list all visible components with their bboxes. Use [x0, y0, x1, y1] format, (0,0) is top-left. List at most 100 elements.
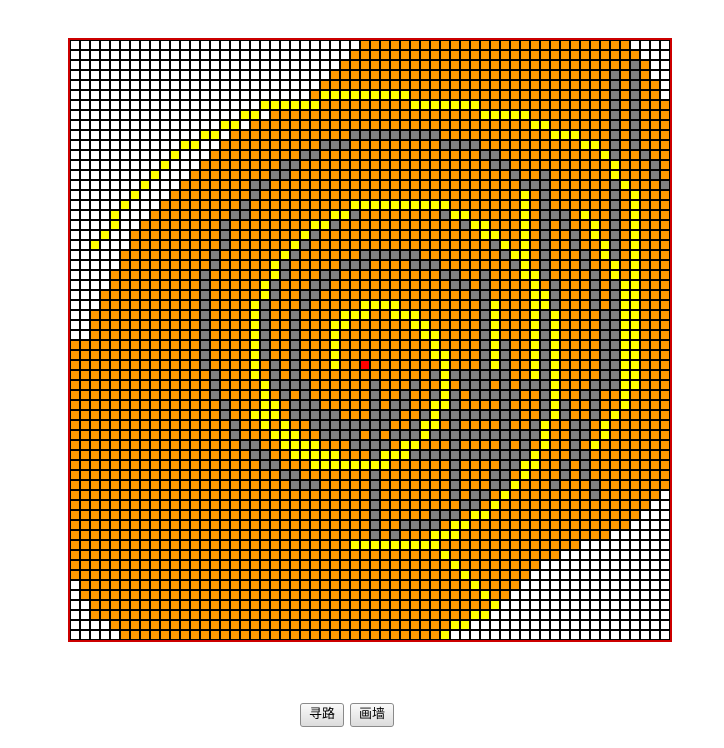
explored-cell[interactable]: [630, 180, 640, 190]
explored-cell[interactable]: [240, 270, 250, 280]
wall-cell[interactable]: [470, 410, 480, 420]
explored-cell[interactable]: [630, 440, 640, 450]
explored-cell[interactable]: [130, 320, 140, 330]
explored-cell[interactable]: [280, 130, 290, 140]
explored-cell[interactable]: [210, 430, 220, 440]
explored-cell[interactable]: [240, 180, 250, 190]
wall-cell[interactable]: [610, 200, 620, 210]
explored-cell[interactable]: [560, 140, 570, 150]
explored-cell[interactable]: [350, 190, 360, 200]
explored-cell[interactable]: [590, 310, 600, 320]
path-cell[interactable]: [150, 170, 160, 180]
explored-cell[interactable]: [630, 420, 640, 430]
explored-cell[interactable]: [650, 360, 660, 370]
wall-cell[interactable]: [410, 250, 420, 260]
explored-cell[interactable]: [570, 170, 580, 180]
empty-cell[interactable]: [240, 40, 250, 50]
empty-cell[interactable]: [240, 120, 250, 130]
wall-cell[interactable]: [630, 140, 640, 150]
explored-cell[interactable]: [330, 300, 340, 310]
explored-cell[interactable]: [350, 270, 360, 280]
explored-cell[interactable]: [380, 430, 390, 440]
empty-cell[interactable]: [80, 150, 90, 160]
wall-cell[interactable]: [540, 410, 550, 420]
empty-cell[interactable]: [510, 600, 520, 610]
path-cell[interactable]: [480, 590, 490, 600]
explored-cell[interactable]: [260, 160, 270, 170]
explored-cell[interactable]: [310, 510, 320, 520]
explored-cell[interactable]: [460, 40, 470, 50]
wall-cell[interactable]: [540, 390, 550, 400]
explored-cell[interactable]: [490, 570, 500, 580]
explored-cell[interactable]: [390, 340, 400, 350]
explored-cell[interactable]: [330, 230, 340, 240]
explored-cell[interactable]: [340, 150, 350, 160]
explored-cell[interactable]: [470, 440, 480, 450]
wall-cell[interactable]: [370, 510, 380, 520]
explored-cell[interactable]: [170, 390, 180, 400]
path-cell[interactable]: [590, 140, 600, 150]
explored-cell[interactable]: [470, 320, 480, 330]
empty-cell[interactable]: [570, 590, 580, 600]
explored-cell[interactable]: [420, 590, 430, 600]
explored-cell[interactable]: [350, 220, 360, 230]
wall-cell[interactable]: [300, 150, 310, 160]
empty-cell[interactable]: [100, 80, 110, 90]
explored-cell[interactable]: [240, 410, 250, 420]
wall-cell[interactable]: [310, 230, 320, 240]
explored-cell[interactable]: [290, 630, 300, 640]
wall-cell[interactable]: [370, 500, 380, 510]
explored-cell[interactable]: [640, 100, 650, 110]
explored-cell[interactable]: [500, 290, 510, 300]
explored-cell[interactable]: [270, 350, 280, 360]
wall-cell[interactable]: [260, 300, 270, 310]
wall-cell[interactable]: [260, 350, 270, 360]
explored-cell[interactable]: [510, 570, 520, 580]
explored-cell[interactable]: [560, 480, 570, 490]
explored-cell[interactable]: [390, 510, 400, 520]
explored-cell[interactable]: [190, 370, 200, 380]
empty-cell[interactable]: [340, 40, 350, 50]
explored-cell[interactable]: [160, 440, 170, 450]
explored-cell[interactable]: [440, 260, 450, 270]
explored-cell[interactable]: [470, 300, 480, 310]
explored-cell[interactable]: [550, 220, 560, 230]
explored-cell[interactable]: [590, 450, 600, 460]
explored-cell[interactable]: [310, 140, 320, 150]
explored-cell[interactable]: [460, 240, 470, 250]
explored-cell[interactable]: [330, 580, 340, 590]
empty-cell[interactable]: [170, 110, 180, 120]
explored-cell[interactable]: [420, 500, 430, 510]
empty-cell[interactable]: [70, 600, 80, 610]
explored-cell[interactable]: [350, 400, 360, 410]
explored-cell[interactable]: [320, 200, 330, 210]
path-cell[interactable]: [270, 410, 280, 420]
empty-cell[interactable]: [530, 570, 540, 580]
explored-cell[interactable]: [300, 420, 310, 430]
explored-cell[interactable]: [190, 170, 200, 180]
path-cell[interactable]: [520, 260, 530, 270]
explored-cell[interactable]: [320, 150, 330, 160]
explored-cell[interactable]: [220, 430, 230, 440]
explored-cell[interactable]: [210, 500, 220, 510]
explored-cell[interactable]: [170, 290, 180, 300]
explored-cell[interactable]: [260, 570, 270, 580]
empty-cell[interactable]: [650, 70, 660, 80]
explored-cell[interactable]: [350, 290, 360, 300]
empty-cell[interactable]: [80, 120, 90, 130]
explored-cell[interactable]: [250, 270, 260, 280]
explored-cell[interactable]: [230, 610, 240, 620]
explored-cell[interactable]: [210, 470, 220, 480]
explored-cell[interactable]: [630, 500, 640, 510]
explored-cell[interactable]: [70, 430, 80, 440]
explored-cell[interactable]: [480, 540, 490, 550]
path-cell[interactable]: [540, 300, 550, 310]
explored-cell[interactable]: [280, 150, 290, 160]
explored-cell[interactable]: [590, 500, 600, 510]
explored-cell[interactable]: [490, 70, 500, 80]
explored-cell[interactable]: [450, 580, 460, 590]
wall-cell[interactable]: [200, 350, 210, 360]
explored-cell[interactable]: [360, 270, 370, 280]
wall-cell[interactable]: [540, 250, 550, 260]
explored-cell[interactable]: [190, 340, 200, 350]
